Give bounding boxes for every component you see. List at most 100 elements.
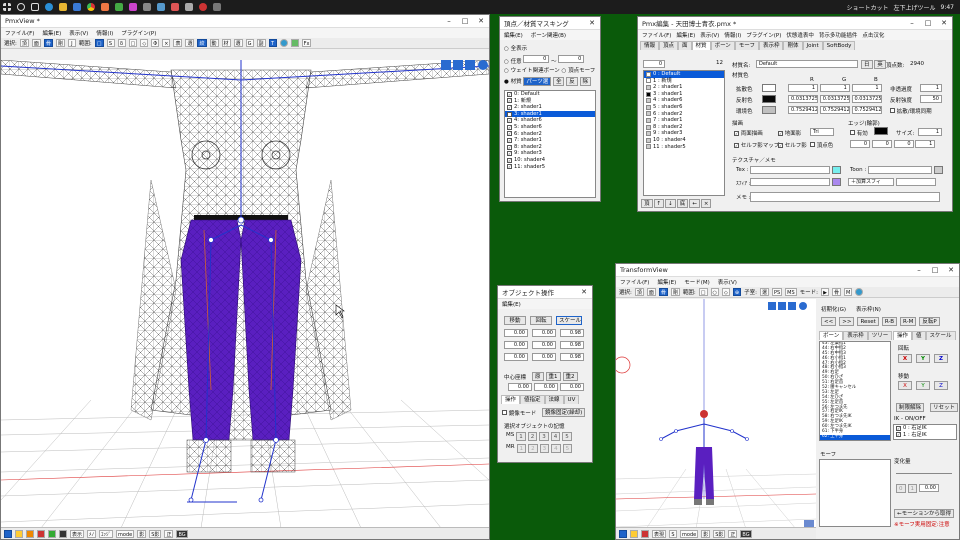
tv-tab-tree[interactable]: ツリー [867,331,893,340]
transform-3d-viewport[interactable] [616,299,816,529]
list-item[interactable]: 9 : shader3 [644,130,724,137]
bone-list-item[interactable]: 62: 上半身 [820,434,890,440]
ambient-b[interactable]: 0.7529412 [851,106,882,114]
ambient-g[interactable]: 0.7529412 [819,106,850,114]
tv-rot-y-button[interactable]: Y [916,354,930,363]
list-item[interactable]: ✓ 2: shader1 [505,104,595,111]
toon-field[interactable] [868,166,932,174]
checkbox-icon[interactable]: ✓ [507,111,512,117]
mask-material-list[interactable]: ✓ 0: Default ✓ 1: 新規 ✓ 2: shader1 ✓ 3: shader1 ✓… [504,90,596,198]
tv-range-button[interactable]: ◇ [721,288,730,296]
maximize-icon[interactable]: □ [457,15,473,27]
objop-mr-slot[interactable]: 4 [551,444,561,453]
status-mode-select[interactable]: mode [116,529,135,538]
tv-range-button[interactable]: ⊕ [732,288,742,296]
self-shadow-map-checkbox[interactable]: ✓ セルフ影マップ [734,141,779,149]
app-icon[interactable] [129,3,137,11]
list-item[interactable]: ✓ 6: shader2 [505,131,595,138]
pmx-menu-file[interactable]: ファイル(F) [642,31,671,39]
checkbox-icon[interactable]: ✓ [507,137,512,143]
app-icon[interactable] [101,3,109,11]
tv-menu-view[interactable]: 表示(V) [718,278,737,286]
edge-r[interactable]: 0 [850,140,870,148]
range-x-button[interactable]: × [162,39,171,47]
tv-bone-button[interactable]: 骨 [658,288,668,296]
list-item[interactable]: 10 : shader4 [644,137,724,144]
tv-prev-button[interactable]: << [821,317,837,326]
tv-status-icon[interactable] [630,529,638,538]
pmx-menu-view[interactable]: 表示(V) [700,31,719,39]
status-bg-button[interactable]: BG [176,529,188,538]
status-icon[interactable] [26,529,34,538]
objop-tab-uv[interactable]: UV [563,395,580,404]
menu-plugin[interactable]: プラグイン(P) [121,29,156,37]
list-item[interactable]: ✓ 5: shader6 [505,124,595,131]
edge-g[interactable]: 0 [871,140,892,148]
objop-rotate-button[interactable]: 回転 [530,316,552,325]
tex-color-swatch[interactable] [831,166,841,174]
tv-tab-bone[interactable]: ボーン [819,331,844,340]
app-icon[interactable] [185,3,193,11]
list-item[interactable]: 0 : Default [644,71,724,78]
menu-info[interactable]: 情報(I) [96,29,113,37]
sphere-field[interactable] [750,178,830,186]
select2-button[interactable]: 選 [233,39,243,47]
edge-color-swatch[interactable] [874,127,888,135]
close-icon[interactable]: ✕ [576,286,592,298]
close-icon[interactable]: ✕ [936,17,952,29]
tv-next-button[interactable]: >> [839,317,855,326]
objop-value-field[interactable]: 0.00 [504,329,528,337]
tv-ik-item[interactable]: ✓ 1 : 右足IK [894,432,956,439]
ambient-sync[interactable]: 拡散/環境同期 [890,107,932,115]
nav-button-5[interactable]: × [700,199,712,208]
tv-pose-from-motion-button[interactable]: ←モーションから取得 [894,509,954,518]
grid-icon[interactable] [290,39,299,47]
tv-range-button[interactable]: □ [698,288,708,296]
objop-ms-slot[interactable]: 4 [550,432,561,441]
lang-jp-button[interactable]: 日 [861,60,873,69]
checkbox-icon[interactable]: ✓ [507,124,512,130]
objop-scale-button[interactable]: スケール [556,316,582,325]
objop-ms-slot[interactable]: 1 [516,432,526,441]
store-icon[interactable] [73,3,81,11]
tv-tab-frame[interactable]: 表示枠 [843,331,868,340]
edge-enabled-checkbox[interactable]: 有効 [850,129,868,137]
sphere-extra-select[interactable] [895,178,936,186]
objop-move-button[interactable]: 移動 [504,316,526,325]
tv-vertex-button[interactable]: 頂 [634,288,644,296]
minimize-icon[interactable]: – [911,264,927,276]
objop-ms-slot[interactable]: 5 [562,432,572,441]
tv-reset2-button[interactable]: リセット [930,403,959,412]
pmx-menu-plugin[interactable]: プラグイン(P) [746,31,781,39]
list-item[interactable]: ✓ 4: shader6 [505,117,595,124]
chrome-icon[interactable] [87,3,95,11]
tv-tab-scale[interactable]: スケール [925,331,956,340]
tab-0[interactable]: 情報 [640,41,660,50]
list-item[interactable]: ✓ 1: 新規 [505,98,595,105]
objop-value-field[interactable]: 0.00 [532,341,556,349]
tv-play-button[interactable]: ▶ [821,288,830,296]
select-vertex-button[interactable]: 頂 [19,39,29,47]
status-edge-button[interactable]: ｴｯｼﾞ [99,529,114,538]
memo-field[interactable] [750,192,940,202]
maximize-icon[interactable]: □ [927,264,943,276]
app-icon[interactable] [157,3,165,11]
diffuse-b[interactable]: 1 [851,84,882,92]
tv-move-y-button[interactable]: Y [916,381,930,390]
explorer-icon[interactable] [59,3,67,11]
objop-mr-slot[interactable]: 2 [528,444,538,453]
range-s-button[interactable]: S [106,39,115,47]
status-show-button[interactable]: 表示 [70,529,85,538]
mask-opt-any[interactable]: ○ 任意 0 〜 0 [504,55,585,65]
vertex-color-checkbox[interactable]: 頂点色 [810,141,833,149]
tv-tab-operate[interactable]: 操作 [893,331,913,340]
sub-button[interactable]: 副 [256,39,266,47]
tex-field[interactable] [750,166,830,174]
show-button[interactable]: 表 [173,39,183,47]
spec-power-field[interactable]: 50 [920,95,942,103]
tab-6[interactable]: 表示枠 [758,41,784,50]
list-item[interactable]: 4 : shader6 [644,97,724,104]
tab-2[interactable]: 面 [678,41,692,50]
move-button[interactable]: 動 [209,39,219,47]
range-delta-button[interactable]: δ [117,39,126,47]
